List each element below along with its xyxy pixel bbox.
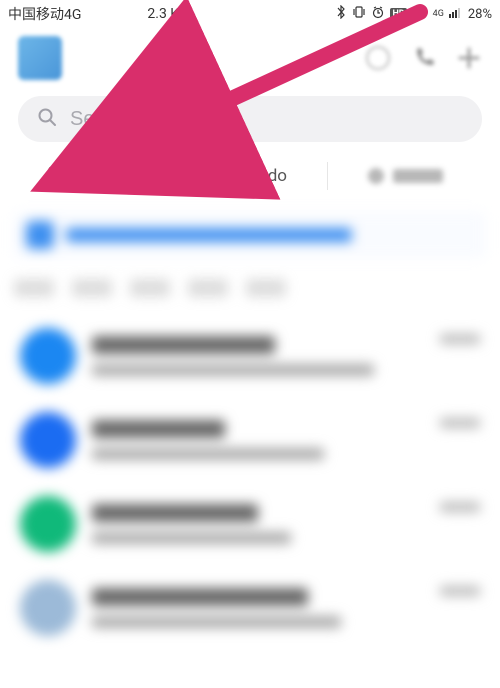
- app-header: [0, 28, 500, 88]
- list-item[interactable]: [4, 398, 496, 482]
- battery-label: 28%: [468, 7, 492, 22]
- todo-button[interactable]: To-do: [173, 163, 327, 190]
- bluetooth-icon: [335, 5, 347, 23]
- info-banner[interactable]: [14, 212, 486, 258]
- hd-icon: HD: [390, 8, 406, 20]
- chat-list: [0, 314, 500, 650]
- alarm-icon: [371, 5, 385, 23]
- status-bar: 中国移动4G 2.3 K/s HD 4G 28%: [0, 0, 500, 28]
- todo-icon: [213, 163, 235, 190]
- quick-item-3[interactable]: [328, 168, 482, 184]
- search-bar[interactable]: [18, 96, 482, 142]
- scan-icon[interactable]: [364, 44, 392, 72]
- todo-label: To-do: [244, 166, 287, 186]
- avatar[interactable]: [18, 36, 62, 80]
- search-icon: [36, 106, 58, 132]
- wifi-icon: [412, 5, 428, 23]
- filter-tabs[interactable]: [14, 266, 486, 310]
- calendar-button[interactable]: 9 Calendar: [18, 163, 172, 190]
- vibrate-icon: [352, 5, 366, 23]
- plus-icon[interactable]: [456, 45, 482, 71]
- signal-bars-icon: [449, 6, 463, 22]
- signal-icon: 4G: [433, 9, 444, 19]
- list-item[interactable]: [4, 566, 496, 650]
- list-item[interactable]: [4, 314, 496, 398]
- quick-access-row: 9 Calendar To-do: [0, 148, 500, 204]
- list-item[interactable]: [4, 482, 496, 566]
- network-speed: 2.3 K/s: [147, 6, 192, 22]
- search-input[interactable]: [70, 108, 464, 131]
- svg-text:9: 9: [54, 172, 59, 182]
- calendar-icon: 9: [46, 163, 68, 190]
- calendar-label: Calendar: [77, 166, 144, 186]
- carrier-label: 中国移动4G: [8, 4, 81, 24]
- phone-icon[interactable]: [410, 44, 438, 72]
